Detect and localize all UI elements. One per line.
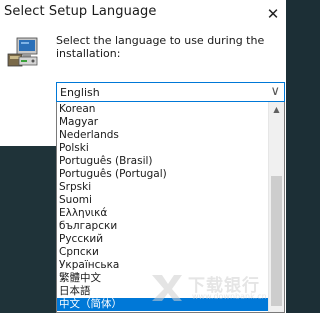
language-option[interactable]: Magyar bbox=[57, 116, 269, 129]
close-button[interactable]: ✕ bbox=[260, 0, 286, 28]
language-option[interactable]: Nederlands bbox=[57, 129, 269, 142]
window-title: Select Setup Language bbox=[4, 4, 157, 19]
language-option[interactable]: Русский bbox=[57, 233, 269, 246]
title-bar: Select Setup Language ✕ bbox=[0, 0, 286, 28]
scroll-up-icon[interactable]: ▲ bbox=[269, 102, 284, 116]
language-option[interactable]: български bbox=[57, 220, 269, 233]
language-option[interactable]: Ελληνικά bbox=[57, 207, 269, 220]
language-option[interactable]: Português (Portugal) bbox=[57, 168, 269, 181]
setup-language-dialog: Select Setup Language ✕ Select the langu… bbox=[0, 0, 286, 313]
instruction-text: Select the language to use during the in… bbox=[56, 34, 265, 60]
backdrop-strip bbox=[0, 146, 56, 313]
language-option[interactable]: Polski bbox=[57, 142, 269, 155]
language-option[interactable]: Српски bbox=[57, 246, 269, 259]
close-icon: ✕ bbox=[266, 5, 280, 23]
watermark-url: www.downbank.cn bbox=[192, 292, 267, 301]
language-dropdown[interactable]: English ∨ bbox=[56, 82, 285, 102]
chevron-down-icon: ∨ bbox=[270, 84, 280, 99]
language-option[interactable]: Português (Brasil) bbox=[57, 155, 269, 168]
watermark: 下载银行 www.downbank.cn bbox=[148, 269, 278, 303]
language-option[interactable]: Suomi bbox=[57, 194, 269, 207]
language-option[interactable]: Korean bbox=[57, 103, 269, 116]
language-option[interactable]: Srpski bbox=[57, 181, 269, 194]
language-dropdown-value: English bbox=[60, 86, 100, 99]
setup-computer-icon bbox=[7, 36, 41, 68]
watermark-logo-icon bbox=[152, 275, 182, 301]
